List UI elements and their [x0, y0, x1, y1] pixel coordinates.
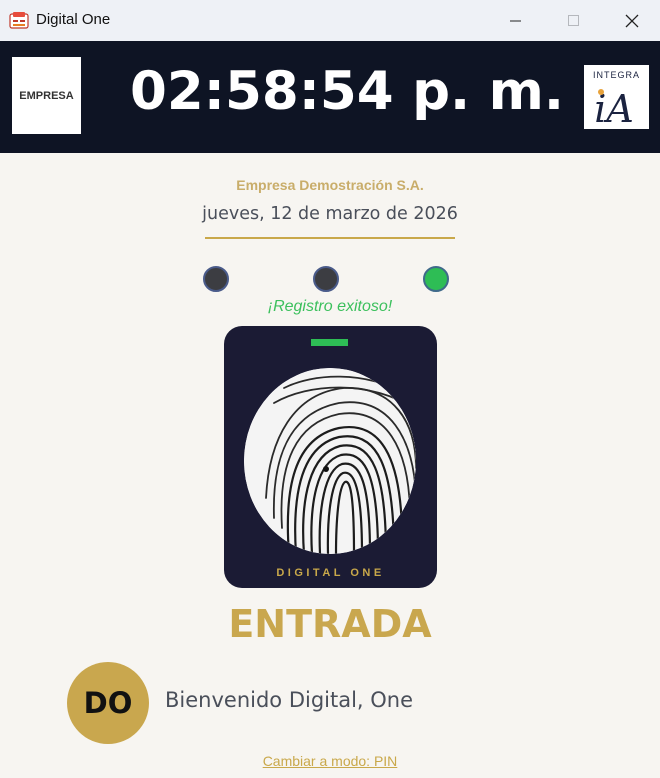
fingerprint-icon	[244, 368, 416, 554]
maximize-icon	[568, 14, 579, 26]
header-bar: EMPRESA 02:58:54 p. m. INTEGRA iA	[0, 41, 660, 153]
switch-mode-link[interactable]: Cambiar a modo: PIN	[0, 753, 660, 769]
user-avatar: DO	[67, 662, 149, 744]
maximize-button[interactable]	[545, 0, 603, 41]
fingerprint-scanner[interactable]: DIGITAL ONE	[224, 326, 437, 588]
integra-logo-text: INTEGRA	[593, 70, 640, 80]
user-initials: DO	[83, 686, 133, 720]
date-divider	[205, 237, 455, 239]
status-message: ¡Registro exitoso!	[267, 298, 393, 315]
integra-logo-graphic: INTEGRA iA	[593, 70, 640, 131]
window-titlebar: Digital One	[0, 0, 660, 42]
fingerprint-window	[244, 368, 416, 554]
close-button[interactable]	[603, 0, 660, 41]
clock-display: 02:58:54 p. m.	[130, 61, 564, 122]
mode-label: ENTRADA	[228, 602, 432, 646]
integra-logo: INTEGRA iA	[584, 65, 649, 131]
status-dot-1	[203, 266, 229, 292]
window-title: Digital One	[36, 11, 111, 28]
minimize-icon	[510, 20, 521, 21]
minimize-button[interactable]	[487, 0, 545, 41]
company-name: Empresa Demostración S.A.	[236, 177, 424, 193]
scanner-brand: DIGITAL ONE	[276, 567, 385, 579]
app-icon	[9, 12, 29, 29]
close-icon	[625, 14, 639, 27]
current-date: jueves, 12 de marzo de 2026	[202, 204, 458, 224]
status-dot-3	[423, 266, 449, 292]
status-dot-2	[313, 266, 339, 292]
company-logo-text: EMPRESA	[19, 89, 74, 102]
scanner-led	[311, 339, 348, 346]
welcome-message: Bienvenido Digital, One	[165, 688, 414, 712]
company-logo: EMPRESA	[12, 57, 81, 134]
